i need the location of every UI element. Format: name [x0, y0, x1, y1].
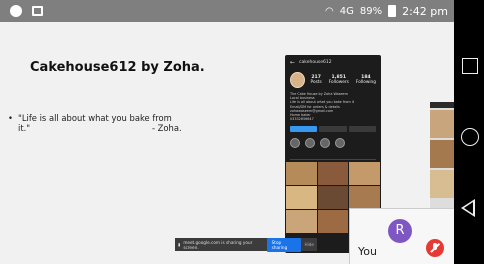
post-thumbnail: [317, 162, 349, 186]
quote-line-1: "Life is all about what you bake from: [18, 113, 172, 123]
back-arrow-icon: ←: [290, 59, 296, 66]
message-icon: [10, 5, 22, 17]
battery-percent: 89%: [359, 5, 383, 17]
profile-bio: The Cake House by Zoha Waseem Local busi…: [285, 90, 381, 123]
gallery-icon: [32, 6, 43, 16]
battery-icon: [388, 5, 397, 17]
signal-indicator: 4G: [339, 5, 354, 17]
shared-screen-slide: Cakehouse612 by Zoha. • "Life is all abo…: [0, 22, 454, 264]
back-button[interactable]: [461, 199, 475, 217]
message-button: [319, 126, 347, 133]
post-thumbnail: [286, 186, 317, 210]
status-bar: ◠ 4G 89% 2:42 pm: [0, 0, 454, 22]
hide-banner-button[interactable]: Hide: [304, 242, 314, 247]
slide-title: Cakehouse612 by Zoha.: [30, 60, 205, 75]
hotspot-icon: ◠: [325, 5, 334, 17]
partial-screenshot: [430, 102, 454, 222]
highlight-circle: [320, 138, 330, 149]
stop-sharing-button[interactable]: Stop sharing: [266, 237, 302, 252]
recents-button[interactable]: [462, 58, 478, 74]
post-thumbnail: [317, 210, 349, 234]
quote-author: - Zoha.: [152, 123, 182, 133]
thumbnail: [430, 140, 454, 168]
clock: 2:42 pm: [402, 4, 448, 18]
story-highlights: [285, 135, 381, 151]
navigation-bar: [454, 0, 484, 264]
post-thumbnail: [286, 210, 317, 234]
partial-screenshot-header: [430, 102, 454, 108]
screen-share-banner: ▮ meet.google.com is sharing your screen…: [175, 237, 317, 252]
email-button: [348, 126, 376, 133]
thumbnail: [430, 110, 454, 138]
share-message: meet.google.com is sharing your screen.: [183, 239, 253, 250]
highlight-circle: [305, 138, 315, 149]
self-participant-tile[interactable]: R You: [349, 208, 454, 264]
screen-share-icon: ▮: [178, 242, 181, 247]
participant-name: You: [358, 245, 377, 258]
participant-avatar: R: [388, 219, 412, 243]
post-thumbnail: [349, 186, 380, 210]
mic-off-icon[interactable]: [426, 239, 444, 257]
post-thumbnail: [286, 162, 317, 186]
profile-stats: 217 Posts 1,851 Followers 184 Following: [311, 75, 377, 85]
profile-username: cakehouse612: [299, 60, 332, 65]
highlight-circle: [335, 138, 345, 149]
follow-button: [290, 126, 318, 133]
profile-tabs: [290, 153, 376, 161]
profile-avatar: [290, 72, 305, 88]
highlight-circle: [290, 138, 300, 149]
home-button[interactable]: [461, 128, 479, 146]
profile-summary: 217 Posts 1,851 Followers 184 Following: [285, 70, 381, 90]
bullet-dot: •: [8, 113, 13, 123]
bio-line: 03332656647: [290, 117, 314, 122]
thumbnail: [430, 170, 454, 198]
post-thumbnail: [349, 162, 380, 186]
profile-buttons: [285, 123, 381, 135]
post-thumbnail: [317, 186, 349, 210]
stat-posts: 217 Posts: [310, 75, 322, 85]
stat-following: 184 Following: [355, 75, 376, 85]
quote-line-2: it.": [18, 123, 31, 133]
profile-header: ← cakehouse612: [285, 55, 381, 70]
stat-followers: 1,851 Followers: [328, 75, 349, 85]
